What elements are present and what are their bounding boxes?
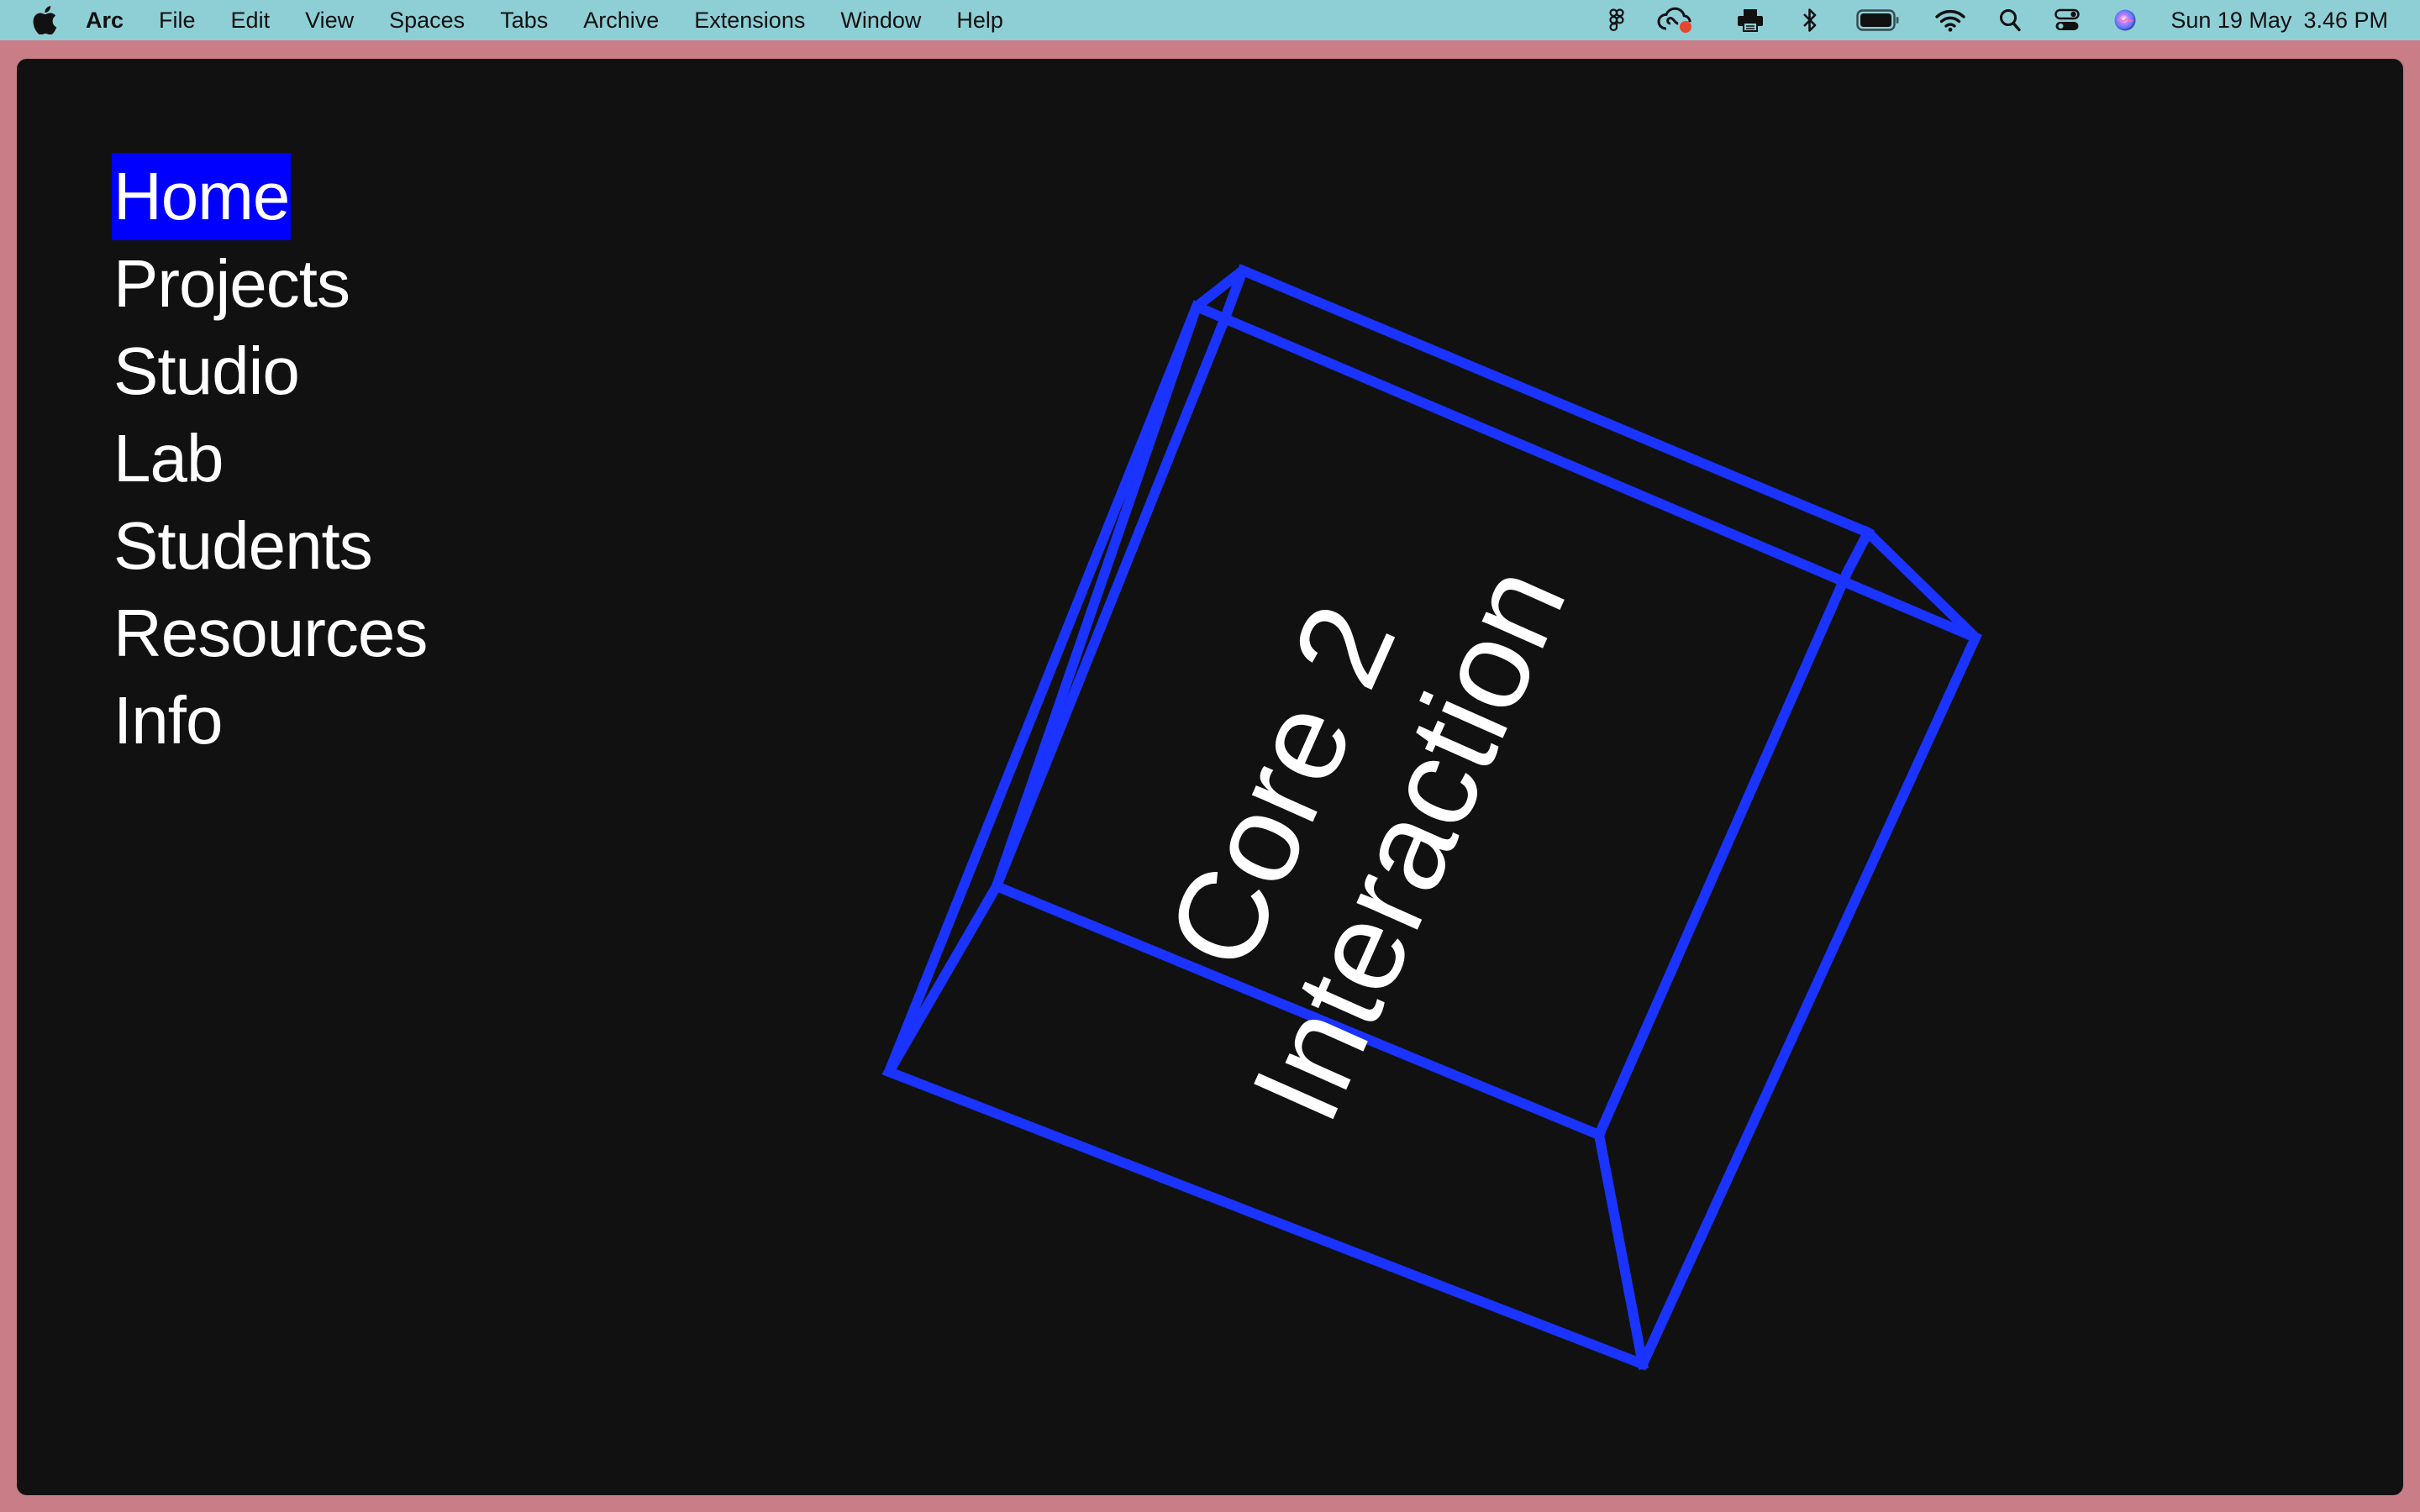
nav-item-studio[interactable]: Studio: [112, 328, 301, 415]
clock-time: 3.46 PM: [2303, 7, 2388, 33]
printer-icon[interactable]: [1737, 0, 1764, 40]
menu-archive[interactable]: Archive: [583, 0, 659, 40]
clock-date: Sun 19 May: [2170, 7, 2292, 33]
bluetooth-icon[interactable]: [1802, 0, 1818, 40]
site-nav: Home Projects Studio Lab Students Resour…: [112, 153, 429, 764]
menu-view[interactable]: View: [305, 0, 354, 40]
nav-item-home[interactable]: Home: [112, 153, 292, 240]
menu-edit[interactable]: Edit: [231, 0, 271, 40]
menu-window[interactable]: Window: [840, 0, 921, 40]
figma-icon[interactable]: [1609, 0, 1624, 40]
battery-icon[interactable]: [1856, 0, 1900, 40]
menu-extensions[interactable]: Extensions: [694, 0, 805, 40]
wifi-icon[interactable]: [1935, 0, 1966, 40]
nav-item-projects[interactable]: Projects: [112, 240, 351, 328]
nav-item-lab[interactable]: Lab: [112, 415, 224, 502]
menu-app-name[interactable]: Arc: [86, 0, 124, 40]
control-center-icon[interactable]: [2054, 0, 2081, 40]
menu-clock[interactable]: Sun 19 May 3.46 PM: [2170, 8, 2388, 34]
nav-item-resources[interactable]: Resources: [112, 590, 429, 677]
status-area: Sun 19 May 3.46 PM: [1577, 0, 2388, 40]
menu-bar: Arc File Edit View Spaces Tabs Archive E…: [0, 0, 2420, 40]
menu-file[interactable]: File: [159, 0, 196, 40]
spotlight-search-icon[interactable]: [1999, 0, 2022, 40]
apple-menu-icon[interactable]: [32, 6, 57, 34]
menu-tabs[interactable]: Tabs: [500, 0, 548, 40]
nav-item-info[interactable]: Info: [112, 677, 224, 764]
siri-icon[interactable]: [2113, 0, 2137, 40]
menu-help[interactable]: Help: [956, 0, 1003, 40]
browser-window: Core 2 Interaction Home Projects Studio …: [17, 59, 2403, 1495]
nav-item-students[interactable]: Students: [112, 502, 374, 590]
creative-cloud-icon[interactable]: [1656, 0, 1693, 40]
menu-spaces[interactable]: Spaces: [389, 0, 465, 40]
